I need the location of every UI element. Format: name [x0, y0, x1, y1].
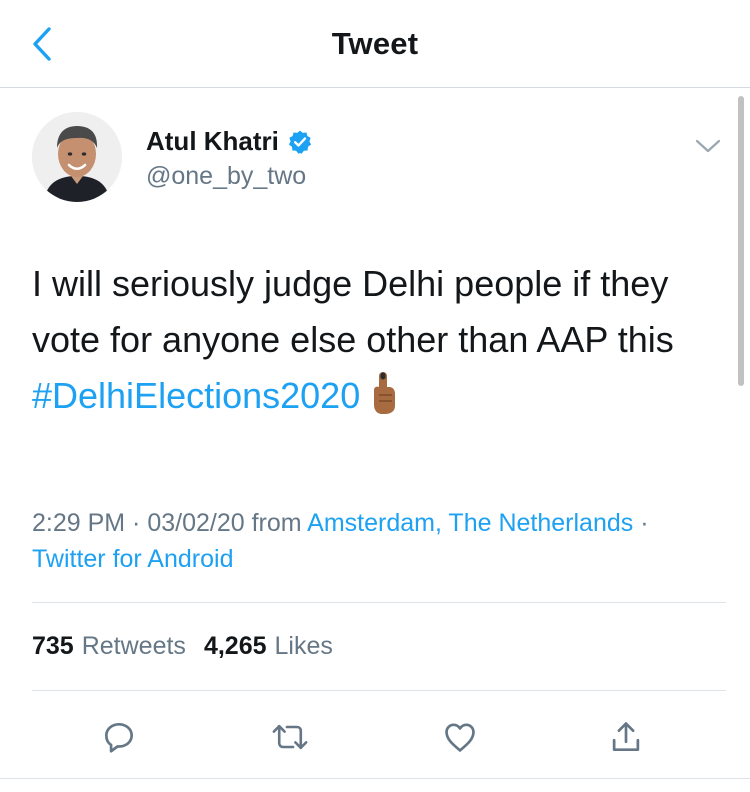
likes-count: 4,265	[203, 632, 267, 660]
tweet-options-button[interactable]	[692, 134, 724, 158]
tweet-stats: 735 Retweets 4,265 Likes	[32, 632, 333, 661]
voting-finger-emoji	[370, 370, 398, 432]
share-button[interactable]	[604, 715, 648, 759]
tweet-metadata: 2:29 PM · 03/02/20 from Amsterdam, The N…	[32, 505, 672, 577]
tweet-body: I will seriously judge Delhi people if t…	[32, 263, 674, 360]
reply-icon	[104, 722, 134, 753]
divider	[0, 778, 750, 779]
retweets-stat[interactable]: 735 Retweets	[32, 632, 186, 661]
author-name-row[interactable]: Atul Khatri	[146, 126, 313, 157]
page-title: Tweet	[331, 26, 419, 61]
likes-label: Likes	[274, 632, 333, 660]
tweet-actions-bar	[0, 700, 750, 770]
divider	[32, 602, 726, 603]
reply-button[interactable]	[97, 715, 141, 759]
retweet-icon	[272, 724, 308, 750]
divider	[32, 690, 726, 691]
hashtag-link[interactable]: #DelhiElections2020	[32, 375, 360, 416]
share-icon	[612, 722, 640, 752]
tweet-date: 03/02/20	[147, 509, 245, 537]
author-handle[interactable]: @one_by_two	[146, 162, 306, 191]
avatar[interactable]	[32, 112, 122, 202]
meta-separator: ·	[125, 509, 148, 537]
tweet-time: 2:29 PM	[32, 509, 126, 537]
profile-photo	[32, 112, 122, 202]
author-name[interactable]: Atul Khatri	[146, 126, 279, 157]
from-label: from	[244, 509, 308, 537]
likes-stat[interactable]: 4,265 Likes	[204, 632, 333, 661]
location-link[interactable]: Amsterdam, The Netherlands	[307, 509, 633, 537]
verified-badge-icon	[288, 130, 311, 154]
chevron-down-icon	[695, 139, 721, 153]
like-button[interactable]	[438, 715, 482, 759]
top-nav-bar: Tweet	[0, 0, 750, 88]
source-link[interactable]: Twitter for Android	[32, 545, 233, 573]
meta-separator: ·	[633, 509, 649, 537]
scrollbar[interactable]	[738, 96, 744, 386]
retweet-button[interactable]	[268, 715, 312, 759]
heart-icon	[445, 723, 475, 752]
tweet-text: I will seriously judge Delhi people if t…	[32, 256, 722, 432]
retweets-count: 735	[32, 632, 74, 660]
retweets-label: Retweets	[81, 632, 186, 660]
